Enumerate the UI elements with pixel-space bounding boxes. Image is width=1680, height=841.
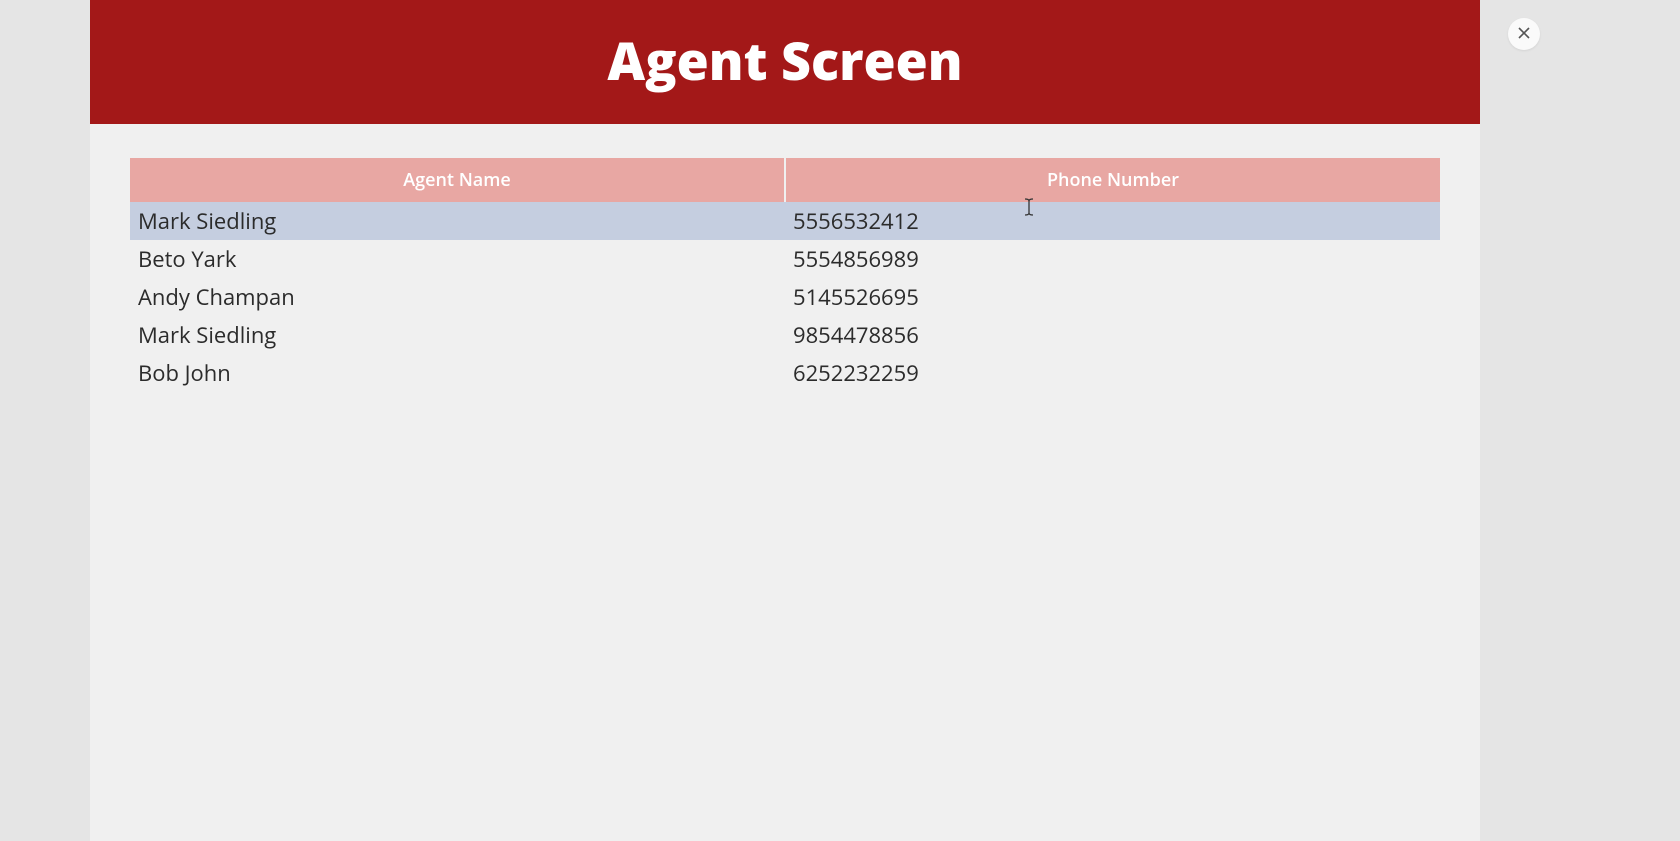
table-row[interactable]: Mark Siedling9854478856 (130, 316, 1440, 354)
cell-agent-name: Andy Champan (130, 278, 785, 316)
cell-agent-name: Mark Siedling (130, 202, 785, 240)
table-header-row: Agent Name Phone Number (130, 158, 1440, 202)
cell-phone-number: 5145526695 (785, 278, 1440, 316)
table-row[interactable]: Mark Siedling5556532412 (130, 202, 1440, 240)
page-title: Agent Screen (90, 25, 1480, 96)
col-agent-name[interactable]: Agent Name (130, 158, 785, 202)
modal-header: Agent Screen (90, 0, 1480, 124)
cell-agent-name: Beto Yark (130, 240, 785, 278)
cell-phone-number: 5556532412 (785, 202, 1440, 240)
cell-phone-number: 5554856989 (785, 240, 1440, 278)
cell-agent-name: Mark Siedling (130, 316, 785, 354)
close-icon (1517, 26, 1531, 43)
table-row[interactable]: Beto Yark5554856989 (130, 240, 1440, 278)
agents-table: Agent Name Phone Number Mark Siedling555… (130, 158, 1440, 392)
table-row[interactable]: Bob John6252232259 (130, 354, 1440, 392)
table-row[interactable]: Andy Champan5145526695 (130, 278, 1440, 316)
agent-screen-modal: Agent Screen Agent Name Phone Number Mar… (90, 0, 1480, 841)
cell-agent-name: Bob John (130, 354, 785, 392)
modal-content: Agent Name Phone Number Mark Siedling555… (90, 124, 1480, 392)
col-phone-number[interactable]: Phone Number (785, 158, 1440, 202)
cell-phone-number: 9854478856 (785, 316, 1440, 354)
cell-phone-number: 6252232259 (785, 354, 1440, 392)
close-button[interactable] (1508, 18, 1540, 50)
